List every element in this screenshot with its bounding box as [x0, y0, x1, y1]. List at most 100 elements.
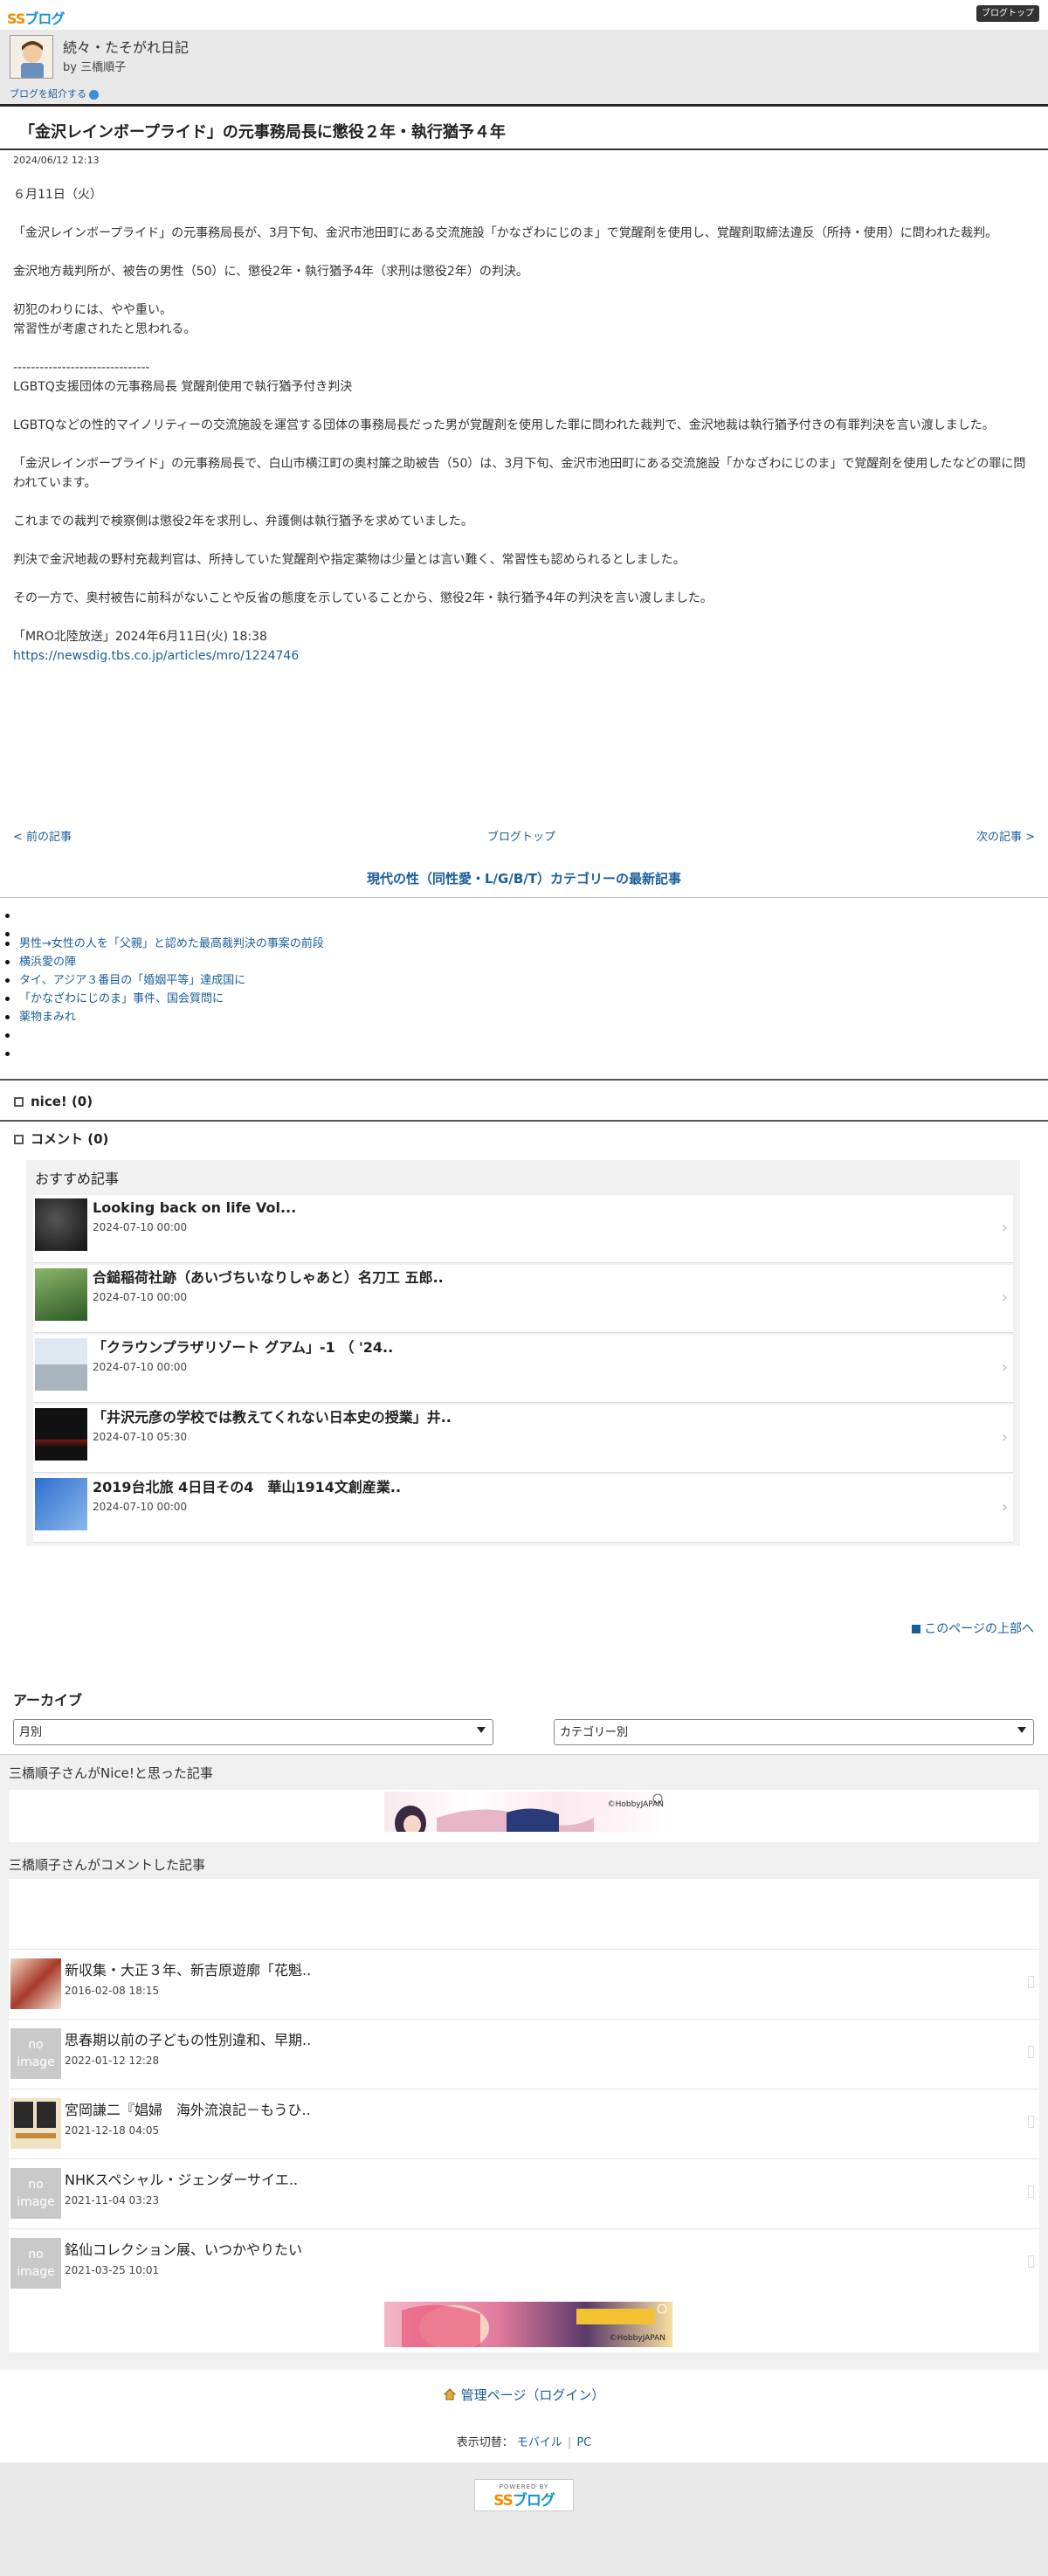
- source-line: 「MRO北陸放送」2024年6月11日(火) 18:38: [13, 630, 267, 644]
- commented-item-date: 2021-11-04 03:23: [65, 2194, 160, 2207]
- recommended-item-date: 2024-07-10 05:30: [93, 1431, 188, 1443]
- list-item: [0, 1045, 324, 1063]
- ad-banner[interactable]: ©HobbyJAPAN: [384, 2302, 672, 2347]
- recommended-item-title: 「井沢元彦の学校では教えてくれない日本史の授業」井..: [93, 1409, 452, 1426]
- chevron-down-icon: [477, 1727, 486, 1733]
- chevron-right-icon: [1028, 1976, 1034, 1988]
- article-paragraph: 「金沢レインボープライド」の元事務局長が、3月下旬、金沢市池田町にある交流施設「…: [13, 226, 998, 240]
- list-item: [0, 1026, 324, 1045]
- no-image-placeholder: no image: [10, 2168, 61, 2219]
- chevron-right-icon: ›: [1001, 1358, 1008, 1377]
- mobile-mode-link[interactable]: モバイル: [517, 2436, 562, 2449]
- list-item[interactable]: 「クラウンプラザリゾート グアム」-1 （ '24.. 2024-07-10 0…: [33, 1335, 1013, 1403]
- blog-title[interactable]: 続々・たそがれ日記: [63, 38, 189, 59]
- chevron-right-icon: ›: [1001, 1219, 1008, 1237]
- list-item[interactable]: no image 銘仙コレクション展、いつかやりたい 2021-03-25 10…: [9, 2228, 1039, 2298]
- no-image-placeholder: no image: [10, 2028, 61, 2079]
- list-item[interactable]: Looking back on life Vol... 2024-07-10 0…: [33, 1195, 1013, 1263]
- category-article-link[interactable]: タイ、アジア３番目の「婚姻平等」達成国に: [19, 974, 245, 987]
- ad-illustration: [395, 1793, 663, 1832]
- article-thumbnail: [35, 1268, 87, 1321]
- category-article-link[interactable]: 「かなざわにじのま」事件、国会質問に: [19, 992, 224, 1005]
- blog-top-link[interactable]: ブログトップ: [487, 829, 555, 846]
- article-thumbnail: [35, 1478, 87, 1530]
- category-article-link[interactable]: 薬物まみれ: [19, 1011, 76, 1024]
- article-body: ６月11日（火） 「金沢レインボープライド」の元事務局長が、3月下旬、金沢市池田…: [13, 185, 1035, 666]
- list-item[interactable]: 2019台北旅 4日目その4 華山1914文創産業.. 2024-07-10 0…: [33, 1474, 1013, 1543]
- article-thumbnail: [35, 1338, 87, 1391]
- recommended-item-title: 合鎚稲荷社跡（あいづちいなりしゃあと）名刀工 五郎..: [93, 1269, 444, 1286]
- share-blog-link[interactable]: ブログを紹介する: [10, 87, 99, 102]
- article-paragraph: ６月11日（火）: [13, 188, 102, 202]
- commented-item-date: 2021-03-25 10:01: [65, 2264, 160, 2276]
- commented-articles-heading: 三橋順子さんがコメントした記事: [9, 1857, 206, 1873]
- list-item[interactable]: 「井沢元彦の学校では教えてくれない日本史の授業」井.. 2024-07-10 0…: [33, 1405, 1013, 1473]
- article-paragraph: 判決で金沢地裁の野村充裁判官は、所持していた覚醒剤や指定薬物は少量とは言い難く、…: [13, 553, 686, 567]
- mode-label: 表示切替：: [456, 2436, 514, 2449]
- list-item[interactable]: no image NHKスペシャル・ジェンダーサイエ.. 2021-11-04 …: [9, 2158, 1039, 2228]
- category-article-link[interactable]: 横浜愛の陣: [19, 956, 76, 969]
- ad-banner[interactable]: ©HobbyJAPAN: [384, 1792, 672, 1832]
- recommended-item-date: 2024-07-10 00:00: [93, 1291, 188, 1303]
- powered-by-badge[interactable]: POWERED BY SSブログ: [474, 2479, 574, 2511]
- commented-item-date: 2022-01-12 12:28: [65, 2055, 160, 2067]
- commented-item-date: 2021-12-18 04:05: [65, 2124, 160, 2137]
- source-url-link[interactable]: https://newsdig.tbs.co.jp/articles/mro/1…: [13, 649, 299, 663]
- home-icon: [443, 2388, 456, 2400]
- nice-count-label: nice! (0): [31, 1094, 93, 1109]
- list-item[interactable]: 宮岡謙二『娼婦 海外流浪記－もうひ.. 2021-12-18 04:05: [9, 2089, 1039, 2158]
- page-top-link[interactable]: このページの上部へ: [912, 1620, 1034, 1639]
- blog-author: by 三橋順子: [63, 61, 127, 74]
- nice-articles-box: ©HobbyJAPAN: [9, 1790, 1039, 1842]
- next-article-link[interactable]: 次の記事 >: [976, 829, 1035, 846]
- chevron-down-icon: [1017, 1727, 1026, 1733]
- article-thumbnail: [35, 1198, 87, 1251]
- ss-blog-footer-logo: SSブログ: [475, 2492, 573, 2510]
- page-top-label: このページの上部へ: [924, 1622, 1034, 1636]
- list-item: 男性→女性の人を「父親」と認めた最高裁判決の事案の前段: [0, 935, 324, 953]
- footer-logo-ss: SS: [493, 2491, 514, 2510]
- prev-article-link[interactable]: < 前の記事: [13, 829, 72, 846]
- divider: |: [567, 2436, 572, 2449]
- blog-top-button[interactable]: ブログトップ: [976, 5, 1039, 22]
- commented-item-title: 思春期以前の子どもの性別違和、早期..: [65, 2032, 312, 2048]
- archive-category-select[interactable]: カテゴリー別: [554, 1719, 1034, 1745]
- category-latest-box: 男性→女性の人を「父親」と認めた最高裁判決の事案の前段 横浜愛の陣 タイ、アジア…: [0, 897, 1048, 1081]
- footer-logo-blog: ブログ: [512, 2491, 555, 2510]
- category-heading[interactable]: 現代の性（同性愛・L/G/B/T）カテゴリーの最新記事: [0, 869, 1048, 889]
- commented-item-date: 2016-02-08 18:15: [65, 1985, 160, 1997]
- article-paragraph: その一方で、奥村被告に前科がないことや反省の態度を示していることから、懲役2年・…: [13, 591, 713, 605]
- commented-item-title: 銘仙コレクション展、いつかやりたい: [65, 2241, 303, 2258]
- recommended-item-date: 2024-07-10 00:00: [93, 1361, 188, 1373]
- list-item: 薬物まみれ: [0, 1008, 324, 1026]
- article-paragraph: これまでの裁判で検察側は懲役2年を求刑し、弁護側は執行猶予を求めていました。: [13, 515, 473, 528]
- list-item: タイ、アジア３番目の「婚姻平等」達成国に: [0, 971, 324, 990]
- avatar[interactable]: [10, 35, 53, 79]
- list-item: 横浜愛の陣: [0, 953, 324, 971]
- archive-monthly-select[interactable]: 月別: [13, 1719, 493, 1745]
- sidebar-widgets: 三橋順子さんがNice!と思った記事 ©HobbyJAPAN 三橋順子さんがコメ…: [0, 1754, 1048, 2370]
- admin-login-link[interactable]: 管理ページ（ログイン）: [0, 2386, 1048, 2406]
- nice-section-heading[interactable]: nice! (0): [14, 1092, 93, 1112]
- list-item: [0, 907, 324, 925]
- category-list: 男性→女性の人を「父親」と認めた最高裁判決の事案の前段 横浜愛の陣 タイ、アジア…: [0, 907, 324, 1063]
- ss-blog-logo[interactable]: SSブログ: [7, 7, 65, 28]
- archive-heading: アーカイブ: [13, 1692, 83, 1709]
- pc-mode-link[interactable]: PC: [576, 2436, 591, 2449]
- commented-item-title: NHKスペシャル・ジェンダーサイエ..: [65, 2172, 299, 2188]
- article-title-bar: 「金沢レインボープライド」の元事務局長に懲役２年・執行猶予４年: [0, 112, 1048, 150]
- list-item: [0, 925, 324, 936]
- comment-section-heading[interactable]: コメント (0): [14, 1129, 108, 1150]
- list-item[interactable]: 合鎚稲荷社跡（あいづちいなりしゃあと）名刀工 五郎.. 2024-07-10 0…: [33, 1265, 1013, 1333]
- logo-blog-text: ブログ: [24, 10, 65, 27]
- recommended-item-date: 2024-07-10 00:00: [93, 1501, 188, 1513]
- commented-item-title: 新収集・大正３年、新吉原遊廓「花魁..: [65, 1962, 312, 1979]
- comment-count-label: コメント (0): [31, 1131, 109, 1147]
- nice-articles-heading: 三橋順子さんがNice!と思った記事: [9, 1765, 213, 1781]
- list-item[interactable]: no image 思春期以前の子どもの性別違和、早期.. 2022-01-12 …: [9, 2019, 1039, 2089]
- list-item[interactable]: 新収集・大正３年、新吉原遊廓「花魁.. 2016-02-08 18:15: [9, 1949, 1039, 2019]
- chevron-right-icon: [1028, 2116, 1034, 2128]
- category-article-link[interactable]: 男性→女性の人を「父親」と認めた最高裁判決の事案の前段: [19, 937, 324, 950]
- bottom-ad-box: ©HobbyJAPAN: [9, 2298, 1039, 2352]
- ad-credit: ©HobbyJAPAN: [609, 2333, 665, 2343]
